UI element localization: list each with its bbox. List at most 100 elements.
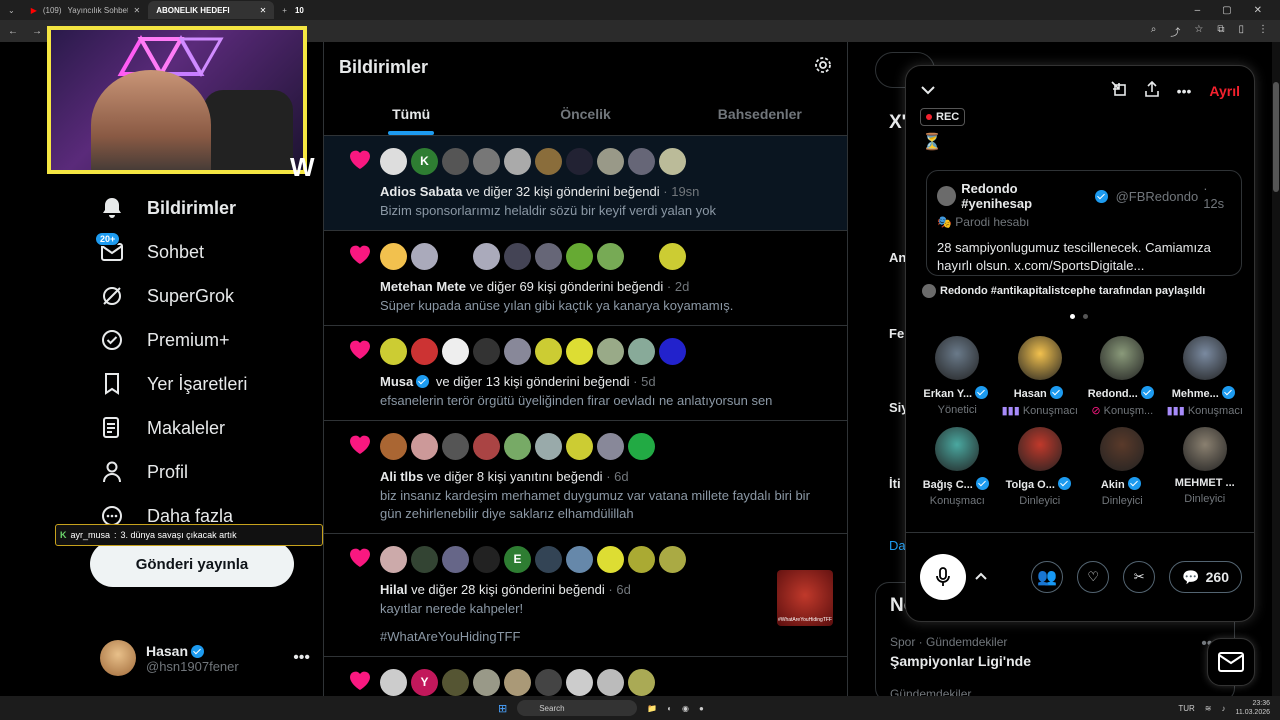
- avatar[interactable]: [566, 147, 593, 175]
- windows-start-icon[interactable]: ⊞: [498, 702, 507, 715]
- avatar[interactable]: [411, 242, 438, 270]
- space-member[interactable]: Redond... ⊘ Konuşm...: [1081, 336, 1164, 417]
- avatar[interactable]: [566, 432, 593, 460]
- avatar[interactable]: [504, 147, 531, 175]
- sidebar-item-profile[interactable]: Profil: [95, 450, 325, 494]
- chevron-up-icon[interactable]: [974, 568, 988, 586]
- share-icon[interactable]: ⤴: [1170, 24, 1180, 39]
- zoom-icon[interactable]: ⌕: [1151, 24, 1157, 39]
- avatar[interactable]: [659, 242, 686, 270]
- notification-hashtag[interactable]: #WhatAreYouHidingTFF: [380, 628, 833, 646]
- notification-actor[interactable]: Metehan Mete: [380, 279, 466, 294]
- microphone-button[interactable]: [920, 554, 966, 600]
- space-member[interactable]: Hasan ▮▮▮ Konuşmacı: [999, 336, 1082, 417]
- avatar[interactable]: [535, 432, 562, 460]
- tab-youtube[interactable]: ▶ (109) Yayıncılık Sohbeti...nan - YouTu…: [23, 1, 149, 19]
- avatar[interactable]: [597, 545, 624, 573]
- close-window-icon[interactable]: ✕: [1254, 5, 1262, 16]
- avatar[interactable]: [597, 432, 624, 460]
- lang-indicator[interactable]: TUR: [1178, 704, 1194, 713]
- notification-item[interactable]: Y: [324, 657, 847, 696]
- menu-icon[interactable]: ⋮: [1258, 24, 1268, 39]
- avatar[interactable]: [504, 337, 531, 365]
- clock[interactable]: 23:36 11.03.2026: [1235, 699, 1270, 717]
- account-switcher[interactable]: Hasan @hsn1907fener •••: [100, 638, 310, 678]
- gear-icon[interactable]: [814, 56, 832, 79]
- avatar[interactable]: [473, 147, 500, 175]
- avatar[interactable]: [566, 545, 593, 573]
- more-icon[interactable]: •••: [293, 649, 310, 667]
- sidebar-item-articles[interactable]: Makaleler: [95, 406, 325, 450]
- clip-button[interactable]: ✂: [1123, 561, 1156, 593]
- avatar[interactable]: [411, 432, 438, 460]
- sidebar-item-supergrok[interactable]: SuperGrok: [95, 274, 325, 318]
- avatar[interactable]: [566, 242, 593, 270]
- avatar[interactable]: [566, 668, 593, 696]
- notification-item[interactable]: Metehan Mete ve diğer 69 kişi gönderini …: [324, 231, 847, 326]
- chevron-down-icon[interactable]: [920, 82, 936, 100]
- avatar[interactable]: [535, 668, 562, 696]
- app-icon[interactable]: ●: [699, 704, 704, 713]
- avatar[interactable]: [473, 432, 500, 460]
- avatar[interactable]: [380, 242, 407, 270]
- avatar[interactable]: [442, 545, 469, 573]
- extensions-icon[interactable]: ⧉: [1217, 24, 1224, 39]
- avatar[interactable]: [380, 545, 407, 573]
- avatar[interactable]: [411, 337, 438, 365]
- tab-close-icon[interactable]: ✕: [260, 6, 267, 15]
- avatar[interactable]: [597, 337, 624, 365]
- avatar[interactable]: [442, 337, 469, 365]
- avatar[interactable]: [659, 545, 686, 573]
- maximize-icon[interactable]: ▢: [1222, 5, 1231, 16]
- space-member[interactable]: Akin Dinleyici: [1081, 427, 1164, 507]
- avatar[interactable]: Y: [411, 668, 438, 696]
- sidebar-item-notifications[interactable]: Bildirimler: [95, 186, 325, 230]
- avatar[interactable]: [473, 337, 500, 365]
- wifi-icon[interactable]: ≋: [1205, 704, 1212, 713]
- avatar[interactable]: [473, 242, 500, 270]
- avatar[interactable]: [597, 668, 624, 696]
- avatar[interactable]: [504, 432, 531, 460]
- tab-search-icon[interactable]: ⌄: [0, 6, 23, 15]
- avatar[interactable]: [504, 668, 531, 696]
- notification-actor[interactable]: Adios Sabata: [380, 184, 462, 199]
- star-icon[interactable]: ☆: [1194, 24, 1203, 39]
- avatar[interactable]: [659, 337, 686, 365]
- more-icon[interactable]: •••: [1177, 83, 1192, 99]
- avatar[interactable]: [535, 242, 562, 270]
- comments-button[interactable]: 💬 260: [1169, 561, 1242, 593]
- avatar[interactable]: [628, 147, 655, 175]
- tab-all[interactable]: Tümü: [324, 92, 498, 135]
- avatar[interactable]: [659, 147, 686, 175]
- notification-item[interactable]: K Adios Sabata ve diğer 32 kişi gönderini…: [324, 136, 847, 231]
- avatar[interactable]: [380, 668, 407, 696]
- messages-fab[interactable]: [1207, 638, 1255, 686]
- chrome-icon[interactable]: ◉: [682, 704, 689, 713]
- avatar[interactable]: [628, 668, 655, 696]
- react-button[interactable]: ♡: [1077, 561, 1110, 593]
- space-member[interactable]: MEHMET ... Dinleyici: [1164, 427, 1247, 507]
- avatar[interactable]: [597, 242, 624, 270]
- notification-actor[interactable]: Musa: [380, 374, 413, 389]
- trend-title[interactable]: Şampiyonlar Ligi'nde: [890, 653, 1031, 669]
- leave-button[interactable]: Ayrıl: [1209, 83, 1240, 99]
- space-member[interactable]: Bağış C... Konuşmacı: [916, 427, 999, 507]
- notification-actor[interactable]: Hilal: [380, 582, 407, 597]
- avatar[interactable]: [628, 337, 655, 365]
- avatar[interactable]: [473, 545, 500, 573]
- file-explorer-icon[interactable]: 📁: [647, 704, 657, 713]
- notification-actor[interactable]: Ali tlbs: [380, 469, 423, 484]
- avatar[interactable]: [442, 432, 469, 460]
- avatar[interactable]: [566, 337, 593, 365]
- people-button[interactable]: 👥: [1031, 561, 1064, 593]
- back-icon[interactable]: ←: [8, 26, 18, 37]
- space-member[interactable]: Tolga O... Dinleyici: [999, 427, 1082, 507]
- forward-icon[interactable]: →: [32, 26, 42, 37]
- avatar[interactable]: [411, 545, 438, 573]
- space-member[interactable]: Erkan Y... Yönetici: [916, 336, 999, 417]
- sidebar-icon[interactable]: ▯: [1238, 24, 1244, 39]
- avatar[interactable]: [442, 668, 469, 696]
- sidebar-item-premium[interactable]: Premium+: [95, 318, 325, 362]
- volume-icon[interactable]: ♪: [1221, 704, 1225, 713]
- avatar[interactable]: K: [411, 147, 438, 175]
